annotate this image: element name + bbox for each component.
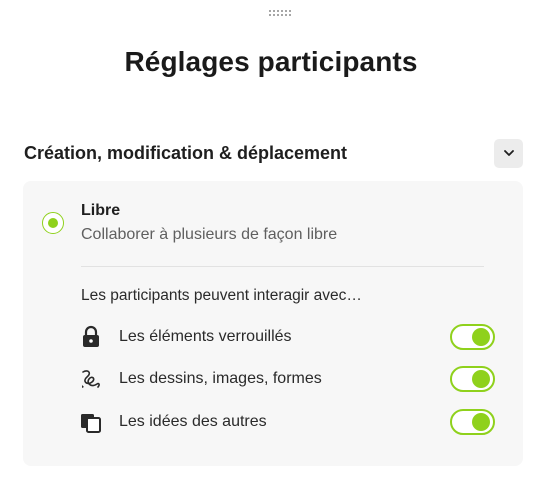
mode-radio-libre[interactable] [42,212,64,234]
cards-icon [79,410,103,434]
chevron-down-icon [503,150,514,156]
drawing-icon [79,367,103,391]
toggle-knob [472,370,490,388]
collapse-button[interactable] [494,138,523,168]
permissions-heading: Les participants peuvent interagir avec… [81,287,362,304]
page-title: Réglages participants [124,46,418,77]
radio-selected-dot [48,218,58,228]
toggle-knob [472,413,490,431]
toggle-knob [472,328,490,346]
toggle-locked-elements[interactable] [450,324,495,350]
permission-label: Les dessins, images, formes [119,370,322,387]
toggle-others-ideas[interactable] [450,409,495,435]
permission-row-others-ideas: Les idées des autres [79,408,495,436]
section-title: Création, modification & déplacement [24,142,348,163]
permission-label: Les éléments verrouillés [119,328,292,345]
permission-row-drawings: Les dessins, images, formes [79,365,495,393]
divider [81,266,484,267]
permission-row-locked: Les éléments verrouillés [79,323,495,351]
lock-icon [79,325,103,349]
toggle-drawings[interactable] [450,366,495,392]
mode-title: Libre [81,202,121,219]
mode-description: Collaborer à plusieurs de façon libre [81,226,338,243]
drag-handle[interactable] [269,10,293,18]
settings-card: Libre Collaborer à plusieurs de façon li… [23,181,523,466]
section-header: Création, modification & déplacement [24,138,523,168]
permission-label: Les idées des autres [119,413,267,430]
